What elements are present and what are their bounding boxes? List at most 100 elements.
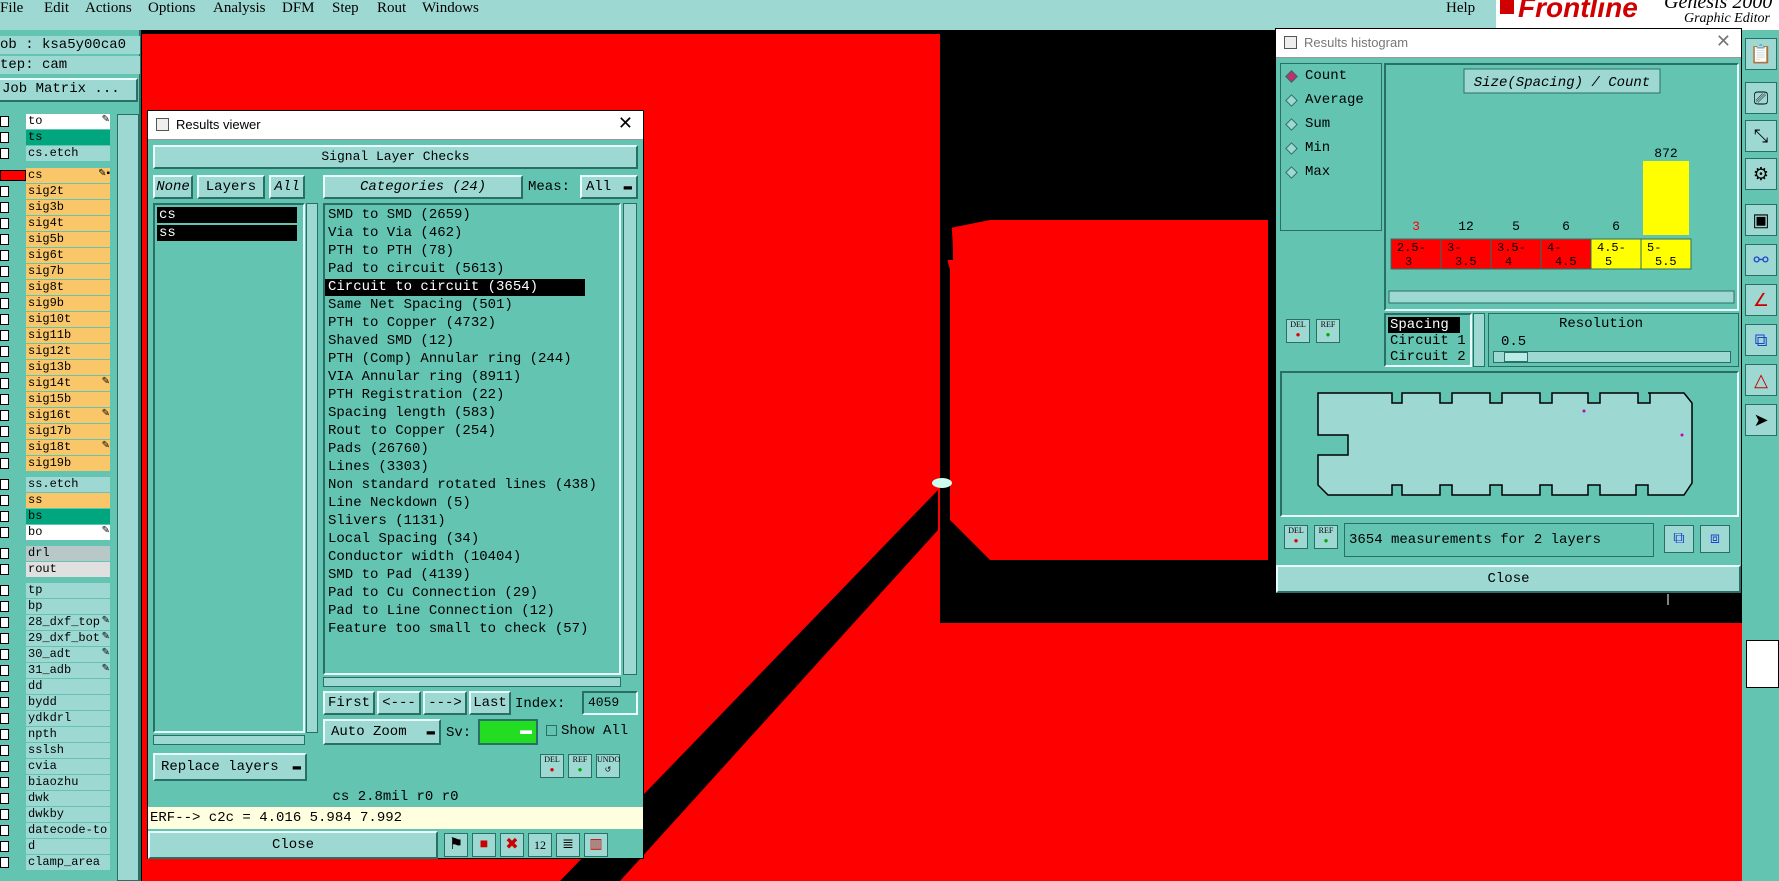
histogram-close-button[interactable]: Close: [1276, 565, 1741, 593]
layer-name[interactable]: ydkdrl: [26, 711, 110, 726]
layer-row[interactable]: sig11b: [0, 328, 112, 343]
flag-tool-icon[interactable]: ⚑: [444, 833, 468, 857]
layer-name[interactable]: sig14t: [26, 376, 110, 391]
radio-diamond-icon[interactable]: [1285, 94, 1298, 107]
layer-row[interactable]: sig14t ✎: [0, 376, 112, 391]
layer-name[interactable]: biaozhu: [26, 775, 110, 790]
close-icon[interactable]: ✕: [618, 113, 633, 134]
layer-checkbox[interactable]: [0, 697, 9, 708]
layer-row[interactable]: sig8t: [0, 280, 112, 295]
layer-row[interactable]: npth: [0, 727, 112, 742]
select-tool-icon[interactable]: ⧉: [1745, 324, 1777, 356]
category-item[interactable]: PTH (Comp) Annular ring (244): [325, 351, 585, 368]
layer-row[interactable]: ss: [0, 493, 112, 508]
histogram-bar[interactable]: [1493, 234, 1539, 235]
layers-button[interactable]: Layers: [197, 175, 265, 199]
histogram-chart[interactable]: Size(Spacing) / Count 32.5-3123-3.553.5-…: [1386, 65, 1737, 309]
layer-checkbox[interactable]: [0, 585, 9, 596]
category-item[interactable]: Lines (3303): [325, 459, 585, 476]
categories-scrollbar[interactable]: [623, 203, 637, 675]
layer-name[interactable]: cvia: [26, 759, 110, 774]
layer-checkbox[interactable]: [0, 649, 9, 660]
menu-actions[interactable]: Actions: [85, 0, 132, 17]
layer-row[interactable]: d: [0, 839, 112, 854]
histogram-titlebar[interactable]: Results histogram ✕: [1276, 29, 1741, 58]
close-icon[interactable]: ✕: [1716, 31, 1731, 52]
layer-row[interactable]: bo ✎: [0, 525, 112, 540]
layer-name[interactable]: 29_dxf_bot: [26, 631, 110, 646]
layer-checkbox[interactable]: [0, 713, 9, 724]
results-viewer-titlebar[interactable]: Results viewer ✕: [148, 111, 643, 140]
layer-list-scrollbar[interactable]: [117, 114, 139, 881]
results-viewer-close-button[interactable]: Close: [148, 831, 438, 859]
layer-row[interactable]: 29_dxf_bot ✎: [0, 631, 112, 646]
layer-name[interactable]: to: [26, 114, 110, 129]
layer-row[interactable]: datecode-to: [0, 823, 112, 838]
layer-checkbox[interactable]: [0, 298, 9, 309]
sort-item-circuit2[interactable]: Circuit 2: [1388, 349, 1466, 365]
layer-row[interactable]: sig10t: [0, 312, 112, 327]
category-item[interactable]: SMD to Pad (4139): [325, 567, 585, 584]
resolution-slider[interactable]: [1493, 351, 1731, 363]
layer-name[interactable]: sig10t: [26, 312, 110, 327]
record-tool-icon[interactable]: ■: [472, 833, 496, 857]
layer-checkbox[interactable]: [0, 527, 9, 538]
angle-tool-icon[interactable]: ∠: [1745, 284, 1777, 316]
layer-row[interactable]: sig18t ✎: [0, 440, 112, 455]
layer-checkbox[interactable]: [0, 362, 9, 373]
layer-name[interactable]: 28_dxf_top: [26, 615, 110, 630]
next-button[interactable]: --->: [423, 691, 467, 715]
layer-name[interactable]: cs.etch: [26, 146, 110, 161]
layer-checkbox[interactable]: [0, 282, 9, 293]
layer-name[interactable]: ts: [26, 130, 110, 145]
layer-checkbox[interactable]: [0, 548, 9, 559]
menu-help[interactable]: Help: [1446, 0, 1475, 17]
layer-name[interactable]: rout: [26, 562, 110, 577]
radio-diamond-icon[interactable]: [1285, 118, 1298, 131]
layer-name[interactable]: sig8t: [26, 280, 110, 295]
layer-name[interactable]: bo: [26, 525, 110, 540]
layer-name[interactable]: sig12t: [26, 344, 110, 359]
menu-file[interactable]: File: [0, 0, 23, 17]
index-input[interactable]: 4059: [582, 691, 638, 715]
layer-name[interactable]: sig6t: [26, 248, 110, 263]
layer-row[interactable]: 31_adb ✎: [0, 663, 112, 678]
layer-checkbox[interactable]: [0, 458, 9, 469]
slider-handle[interactable]: [1504, 352, 1528, 362]
report-tool-icon[interactable]: ≣: [556, 833, 580, 857]
layer-name[interactable]: sig3b: [26, 200, 110, 215]
layer-checkbox[interactable]: [0, 202, 9, 213]
layer-row[interactable]: sig16t ✎: [0, 408, 112, 423]
radio-diamond-icon[interactable]: [1285, 70, 1298, 83]
layer-row[interactable]: clamp_area: [0, 855, 112, 870]
layer-row[interactable]: cvia: [0, 759, 112, 774]
layer-name[interactable]: 30_adt: [26, 647, 110, 662]
layer-checkbox[interactable]: [0, 314, 9, 325]
del-button[interactable]: DEL ●: [540, 754, 564, 778]
layer-row[interactable]: sig2t: [0, 184, 112, 199]
layer-checkbox[interactable]: [0, 170, 26, 181]
layer-row[interactable]: sig4t: [0, 216, 112, 231]
layer-row[interactable]: dwkby: [0, 807, 112, 822]
layer-name[interactable]: tp: [26, 583, 110, 598]
histogram-hscrollbar[interactable]: [1388, 290, 1735, 304]
menu-options[interactable]: Options: [148, 0, 196, 17]
measure-tool-icon[interactable]: ⚙: [1745, 158, 1777, 190]
layer-checkbox[interactable]: [0, 564, 9, 575]
layer-checkbox[interactable]: [0, 793, 9, 804]
layer-row[interactable]: sig13b: [0, 360, 112, 375]
category-item[interactable]: PTH Registration (22): [325, 387, 585, 404]
layer-name[interactable]: sig18t: [26, 440, 110, 455]
category-item[interactable]: Shaved SMD (12): [325, 333, 585, 350]
layer-row[interactable]: bs: [0, 509, 112, 524]
layer-name[interactable]: sig4t: [26, 216, 110, 231]
category-item[interactable]: Pad to Line Connection (12): [325, 603, 585, 620]
layer-name[interactable]: sslsh: [26, 743, 110, 758]
histogram-ref-button[interactable]: REF ●: [1316, 319, 1340, 343]
sort-item-spacing[interactable]: Spacing: [1388, 317, 1460, 333]
layer-row[interactable]: sig6t: [0, 248, 112, 263]
layer-checkbox[interactable]: [0, 729, 9, 740]
category-item[interactable]: PTH to PTH (78): [325, 243, 585, 260]
layer-checkbox[interactable]: [0, 841, 9, 852]
category-item[interactable]: Line Neckdown (5): [325, 495, 585, 512]
